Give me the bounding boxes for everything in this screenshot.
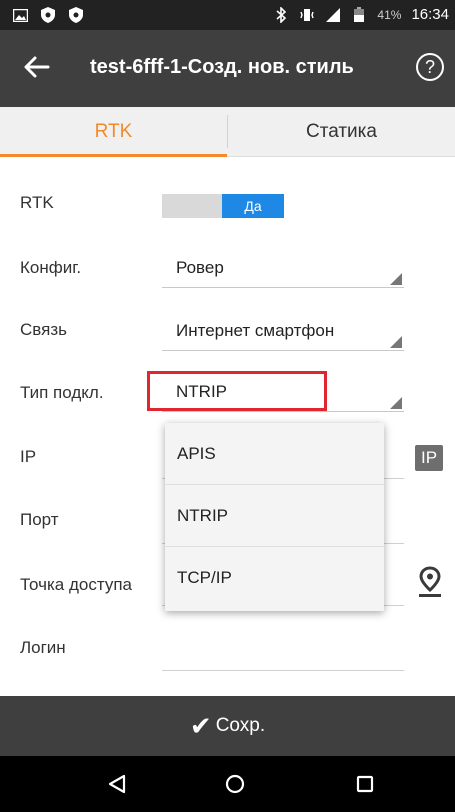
battery-icon	[351, 7, 367, 23]
app-bar: test-6fff-1-Созд. нов. стиль ?	[0, 30, 455, 107]
conn-type-dropdown: APIS NTRIP TCP/IP	[165, 423, 384, 611]
access-point-label: Точка доступа	[20, 575, 132, 594]
help-button[interactable]: ?	[416, 53, 444, 81]
spinner-arrow-icon	[390, 397, 402, 409]
save-label: Сохр.	[215, 715, 266, 736]
spinner-arrow-icon	[390, 273, 402, 285]
dropdown-option-tcpip[interactable]: TCP/IP	[165, 547, 384, 609]
circle-home-icon	[225, 774, 245, 794]
check-icon: ✔	[189, 710, 212, 741]
link-spinner[interactable]: Интернет смартфон	[162, 315, 404, 351]
config-label: Конфиг.	[20, 258, 82, 277]
battery-percent: 41%	[377, 7, 402, 22]
tab-bar: RTK Статика	[0, 107, 455, 157]
spinner-arrow-icon	[390, 336, 402, 348]
back-button[interactable]	[20, 50, 54, 84]
page-title: test-6fff-1-Созд. нов. стиль	[90, 56, 354, 78]
status-bar: 41% 16:34	[0, 0, 455, 30]
shield-icon	[40, 7, 56, 23]
vibrate-icon	[299, 7, 315, 23]
image-icon	[12, 7, 28, 23]
bluetooth-icon	[273, 6, 289, 23]
nav-home-button[interactable]	[218, 768, 252, 800]
clock: 16:34	[411, 6, 449, 23]
conn-type-label: Тип подкл.	[20, 383, 104, 402]
system-nav-bar	[0, 756, 455, 812]
link-value: Интернет смартфон	[176, 321, 335, 340]
triangle-back-icon	[108, 774, 126, 794]
dropdown-option-apis[interactable]: APIS	[165, 423, 384, 485]
help-circle-icon: ?	[424, 56, 435, 77]
nav-recents-button[interactable]	[348, 768, 382, 800]
toggle-off-side	[162, 194, 222, 218]
port-label: Порт	[20, 510, 59, 529]
shield-icon	[68, 7, 84, 23]
save-button[interactable]: ✔ Сохр.	[0, 696, 455, 756]
ip-badge-button[interactable]: IP	[415, 445, 443, 471]
rtk-label: RTK	[20, 193, 54, 212]
square-recents-icon	[356, 775, 374, 793]
login-label: Логин	[20, 638, 66, 657]
highlight-box	[147, 371, 327, 411]
rtk-toggle[interactable]: Да	[162, 194, 284, 218]
status-left-icons	[12, 7, 84, 23]
toggle-on-label: Да	[222, 194, 284, 218]
ip-label: IP	[20, 447, 37, 466]
tab-rtk[interactable]: RTK	[0, 107, 227, 157]
tab-static[interactable]: Статика	[228, 107, 455, 156]
login-field[interactable]	[162, 670, 404, 671]
arrow-left-icon	[24, 56, 50, 78]
status-right-icons: 41% 16:34	[273, 6, 449, 23]
signal-icon	[325, 7, 341, 23]
config-spinner[interactable]: Ровер	[162, 252, 404, 288]
dropdown-option-ntrip[interactable]: NTRIP	[165, 485, 384, 547]
config-value: Ровер	[176, 258, 224, 277]
location-pin-icon[interactable]	[418, 566, 442, 598]
nav-back-button[interactable]	[100, 768, 134, 800]
link-label: Связь	[20, 320, 67, 339]
